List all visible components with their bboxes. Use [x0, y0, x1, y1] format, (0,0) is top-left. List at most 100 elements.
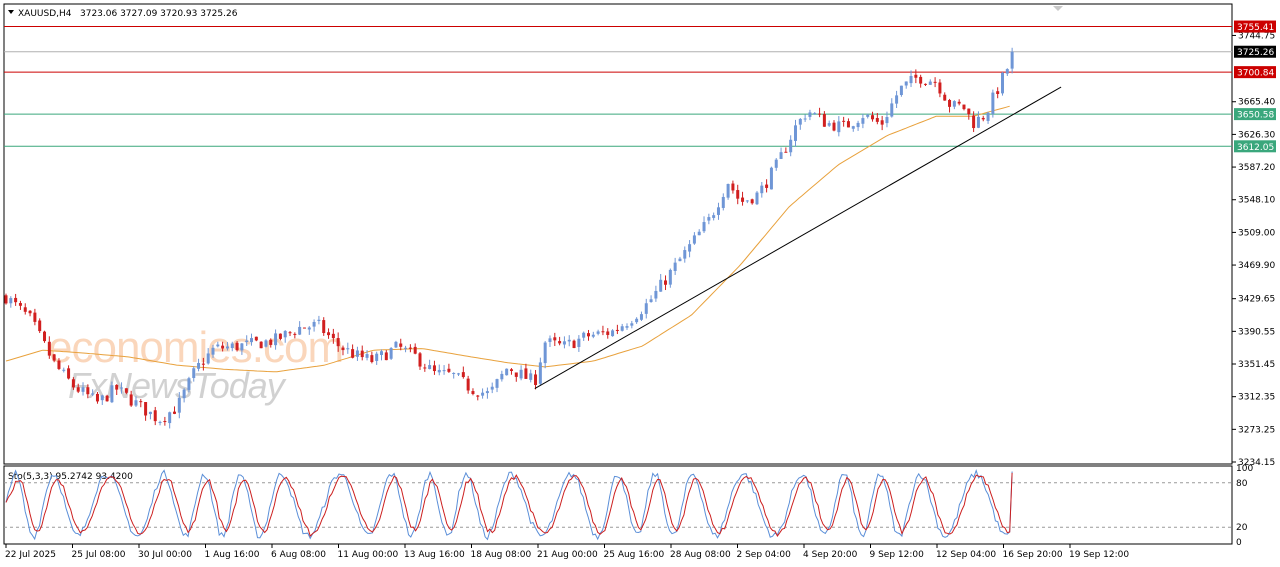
candle-bull	[177, 397, 181, 413]
candle-bear	[33, 312, 37, 322]
candle-bull	[134, 400, 138, 406]
candle-bear	[923, 83, 927, 85]
y-tick-label: 3312.35	[1238, 393, 1275, 403]
candle-bull	[837, 121, 841, 133]
candle-bear	[235, 342, 239, 351]
support-price-tag-label: 3650.58	[1237, 111, 1274, 121]
candle-bear	[384, 352, 388, 361]
candle-bear	[28, 310, 32, 314]
y-tick-label: 3665.40	[1238, 98, 1275, 108]
candle-bear	[71, 379, 75, 388]
candle-bull	[437, 369, 441, 373]
candle-bear	[572, 340, 576, 349]
candle-bear	[163, 421, 167, 423]
candle-bear	[129, 394, 133, 406]
candle-bull	[264, 340, 268, 347]
candle-bear	[341, 347, 345, 351]
candle-bull	[505, 368, 509, 376]
candle-bull	[678, 258, 682, 262]
x-tick-label: 21 Aug 00:00	[537, 550, 598, 560]
candle-bull	[1005, 69, 1009, 74]
candle-bull	[206, 353, 210, 364]
candle-bear	[447, 368, 451, 372]
y-tick-label: 3390.55	[1238, 327, 1275, 337]
candle-bull	[120, 387, 124, 389]
candle-bull	[355, 350, 359, 357]
candle-bull	[952, 101, 956, 107]
candle-bear	[524, 368, 528, 379]
candle-bull	[851, 126, 855, 129]
x-tick-label: 1 Aug 16:00	[205, 550, 260, 560]
candle-bull	[211, 347, 215, 355]
candle-bear	[105, 395, 109, 402]
candle-bull	[495, 379, 499, 388]
candle-bull	[866, 114, 870, 117]
candle-bear	[76, 387, 80, 392]
candle-bear	[172, 411, 176, 414]
candle-bull	[481, 392, 485, 396]
oscillator-tick-label: 0	[1236, 538, 1242, 548]
x-tick-label: 22 Jul 2025	[5, 550, 56, 560]
x-tick-label: 16 Sep 20:00	[1003, 550, 1063, 560]
x-tick-label: 6 Aug 08:00	[271, 550, 326, 560]
candle-bull	[928, 81, 932, 85]
y-tick-label: 3626.30	[1238, 130, 1275, 140]
candle-bear	[957, 101, 961, 104]
candle-bull	[707, 217, 711, 221]
candle-bear	[967, 108, 971, 115]
candle-bear	[38, 320, 42, 332]
candle-bull	[702, 222, 706, 232]
candle-bull	[245, 340, 249, 343]
candle-bull	[611, 330, 615, 337]
candle-bull	[885, 117, 889, 124]
candle-bull	[365, 354, 369, 358]
candle-bull	[577, 338, 581, 347]
candle-bear	[47, 341, 51, 356]
candle-bear	[509, 369, 513, 371]
candle-bull	[654, 290, 658, 299]
candle-bear	[115, 384, 119, 390]
candle-bull	[688, 244, 692, 252]
candle-bull	[582, 332, 586, 338]
x-tick-label: 18 Aug 08:00	[471, 550, 532, 560]
candle-bull	[630, 323, 634, 326]
candle-bear	[201, 363, 205, 365]
candle-bear	[23, 307, 27, 312]
candle-bull	[197, 363, 201, 369]
candle-bull	[668, 269, 672, 285]
candle-bull	[639, 314, 643, 320]
candle-bear	[4, 295, 8, 304]
candle-bull	[803, 118, 807, 120]
ohlc-values: 3723.06 3727.09 3720.93 3725.26	[80, 9, 238, 19]
candle-bull	[779, 152, 783, 159]
candle-bear	[750, 199, 754, 204]
candle-bear	[18, 303, 22, 306]
x-tick-label: 4 Sep 20:00	[803, 550, 858, 560]
candle-bear	[558, 341, 562, 344]
x-tick-label: 11 Aug 00:00	[338, 550, 399, 560]
candle-bull	[404, 347, 408, 349]
support-price-tag-label: 3612.05	[1237, 143, 1274, 153]
candle-bull	[538, 362, 542, 384]
candle-bull	[774, 159, 778, 168]
candle-bull	[808, 112, 812, 117]
candle-bull	[91, 393, 95, 395]
candle-bull	[240, 343, 244, 351]
y-tick-label: 3548.10	[1238, 196, 1275, 206]
candle-bear	[336, 338, 340, 347]
candle-bull	[457, 373, 461, 375]
candle-bear	[413, 346, 417, 354]
current-price-tag-label: 3725.26	[1237, 48, 1274, 58]
y-tick-label: 3273.25	[1238, 425, 1275, 435]
candle-bear	[293, 333, 297, 335]
candle-bull	[346, 348, 350, 350]
candle-bear	[736, 190, 740, 199]
candle-bull	[9, 298, 13, 304]
candle-bear	[288, 332, 292, 334]
candle-bear	[351, 349, 355, 358]
candle-bull	[519, 369, 523, 379]
candle-bull	[899, 85, 903, 96]
candle-bear	[360, 350, 364, 358]
candle-bear	[514, 372, 518, 377]
chart-svg: economies.com FxNewsToday XAUUSD,H4 3723…	[3, 3, 1276, 560]
